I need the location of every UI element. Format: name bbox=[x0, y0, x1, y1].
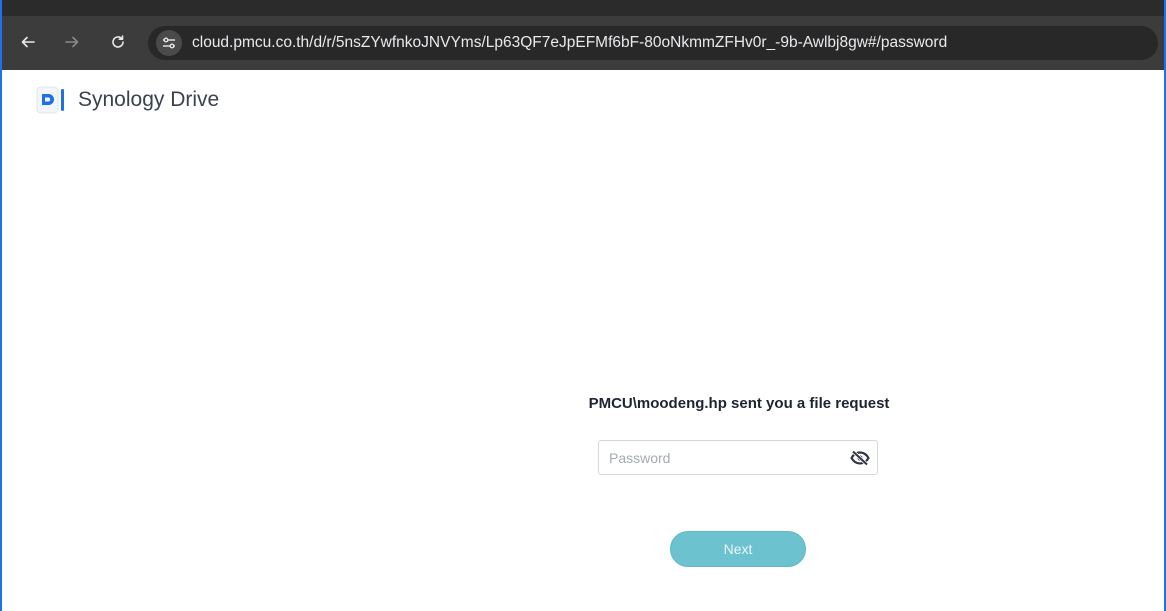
toggle-password-visibility-button[interactable] bbox=[843, 441, 877, 474]
back-button[interactable] bbox=[16, 30, 40, 54]
reload-icon bbox=[112, 35, 124, 48]
address-bar[interactable]: cloud.pmcu.co.th/d/r/5nsZYwfnkoJNVYms/Lp… bbox=[148, 26, 1158, 60]
next-button[interactable]: Next bbox=[670, 531, 806, 567]
file-request-title: PMCU\moodeng.hp sent you a file request bbox=[588, 395, 890, 412]
synology-drive-logo bbox=[36, 86, 64, 114]
url-text[interactable]: cloud.pmcu.co.th/d/r/5nsZYwfnkoJNVYms/Lp… bbox=[192, 34, 947, 52]
arrow-left-icon bbox=[21, 36, 35, 48]
password-input[interactable] bbox=[599, 441, 843, 474]
site-info-button[interactable] bbox=[156, 30, 182, 56]
tune-icon bbox=[163, 37, 175, 49]
arrow-right-icon bbox=[65, 36, 79, 48]
app-title: Synology Drive bbox=[78, 88, 220, 111]
browser-window: cloud.pmcu.co.th/d/r/5nsZYwfnkoJNVYms/Lp… bbox=[0, 0, 1166, 611]
password-field bbox=[598, 440, 878, 475]
eye-off-icon bbox=[850, 449, 870, 466]
app-header: Synology Drive bbox=[36, 84, 219, 116]
forward-button[interactable] bbox=[60, 30, 84, 54]
browser-toolbar: cloud.pmcu.co.th/d/r/5nsZYwfnkoJNVYms/Lp… bbox=[2, 0, 1164, 70]
reload-button[interactable] bbox=[106, 30, 130, 54]
